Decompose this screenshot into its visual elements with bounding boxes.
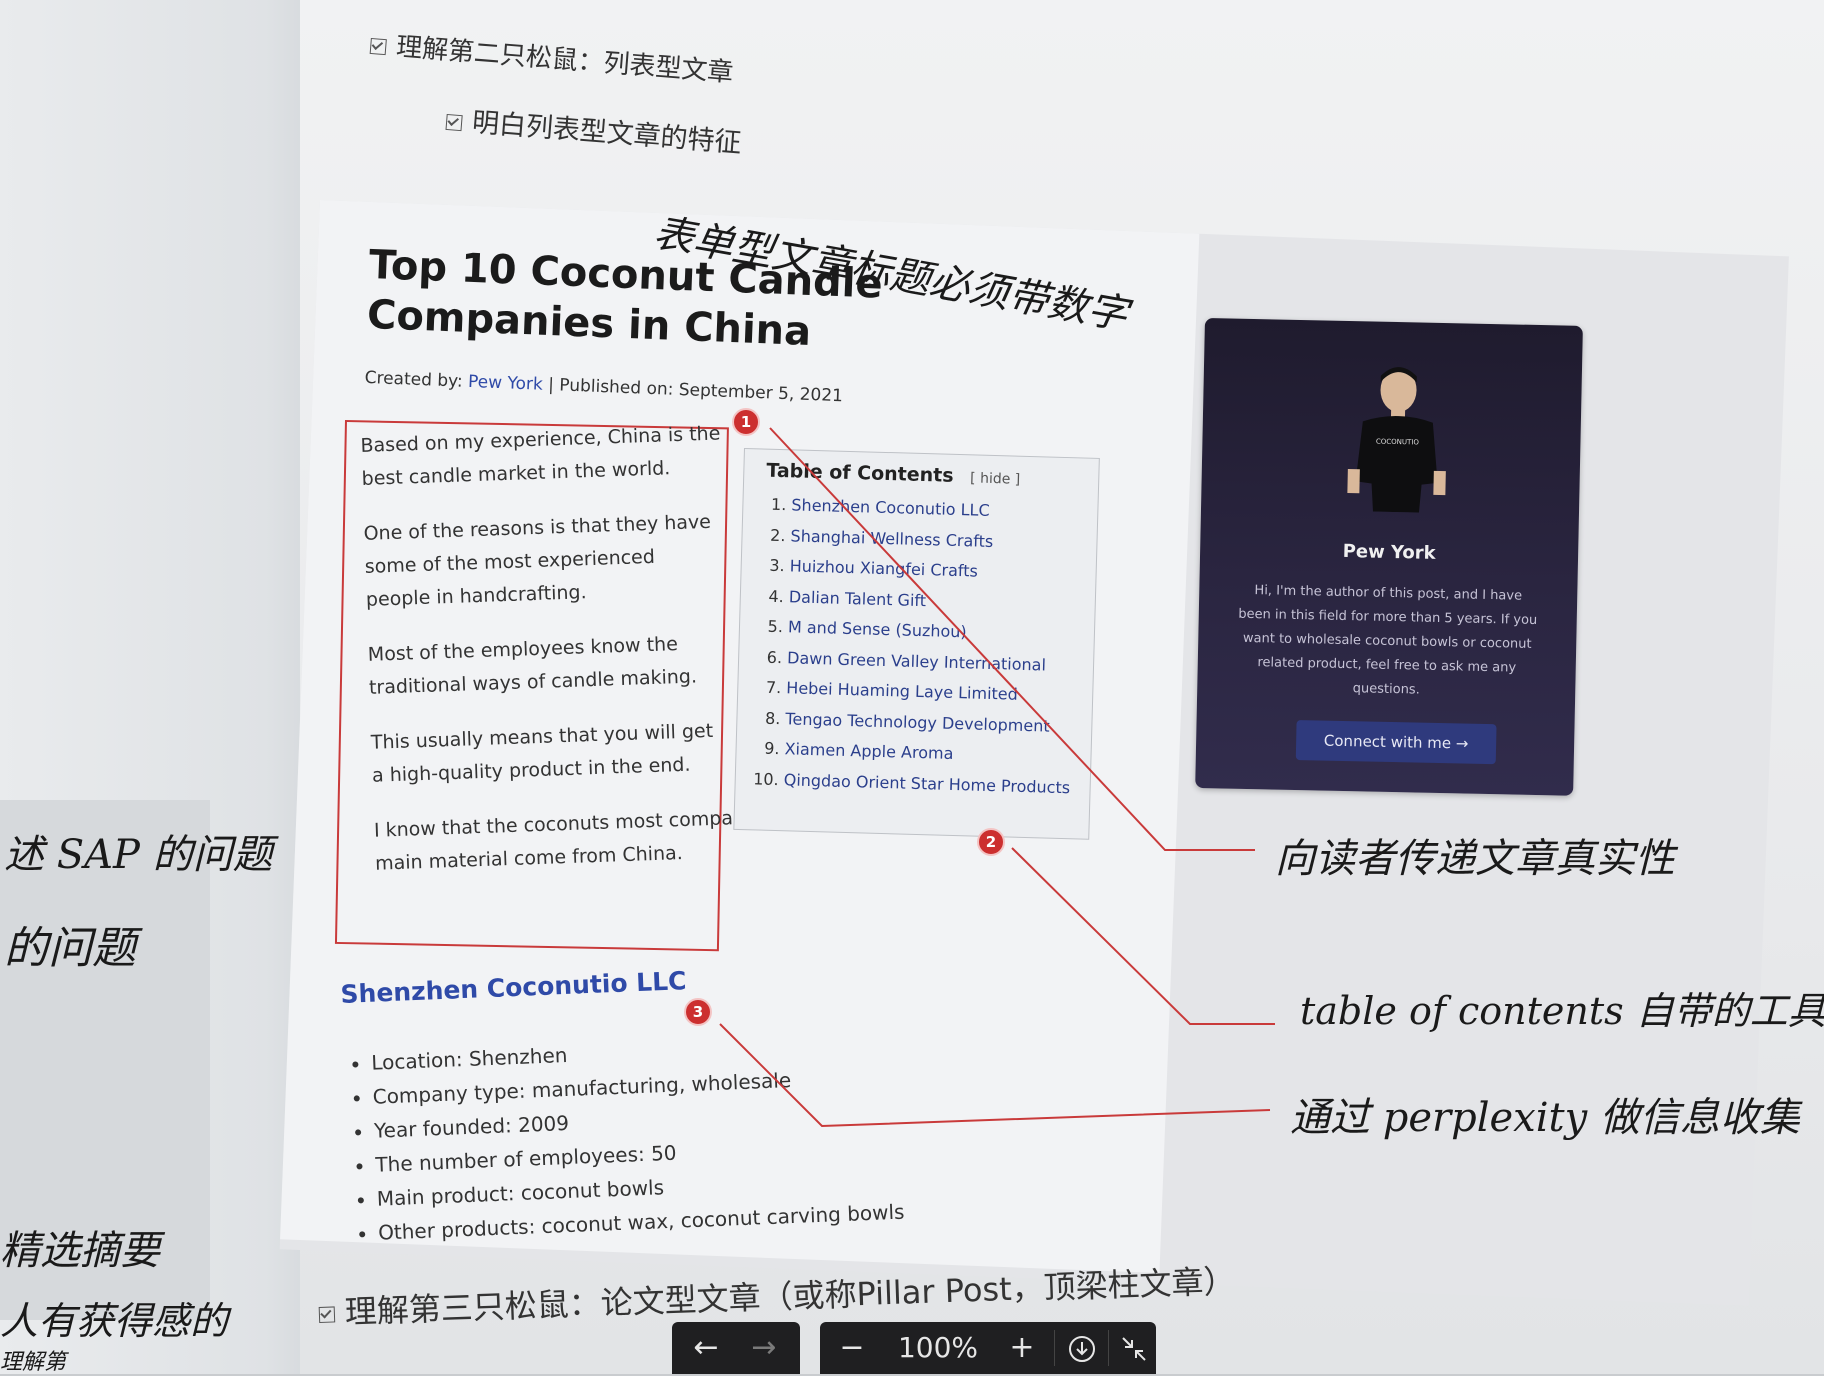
checkbox-icon	[318, 1306, 336, 1323]
collapse-button[interactable]	[1112, 1322, 1156, 1374]
zoom-level: 100%	[897, 1331, 979, 1364]
collapse-icon	[1122, 1336, 1146, 1361]
handwritten-note-1: 向读者传递文章真实性	[1275, 836, 1675, 882]
next-image-button[interactable]: →	[738, 1322, 790, 1374]
zoom-in-button[interactable]: +	[996, 1322, 1048, 1374]
toolbar-divider	[1054, 1330, 1055, 1366]
plus-icon: +	[1009, 1330, 1035, 1365]
handwritten-left-4: 人有获得感的	[0, 1299, 229, 1343]
zoom-toolbar: − 100% +	[820, 1322, 1156, 1374]
zoom-out-button[interactable]: −	[826, 1322, 878, 1374]
author-link[interactable]: Pew York	[468, 372, 543, 395]
company-section: Shenzhen Coconutio LLC Location: Shenzhe…	[340, 958, 910, 1251]
intro-paragraph: This usually means that you will get a h…	[370, 719, 714, 787]
toc-hide-link[interactable]: [ hide ]	[970, 470, 1021, 487]
intro-paragraph: Based on my experience, China is the bes…	[360, 422, 721, 490]
checkbox-icon	[369, 37, 387, 55]
toc-title: Table of Contents	[766, 459, 954, 487]
download-button[interactable]	[1060, 1322, 1104, 1374]
annotation-marker-2: 2	[977, 828, 1005, 856]
avatar: COCONUTIO	[1347, 367, 1446, 513]
intro-paragraph: Most of the employees know the tradition…	[367, 633, 698, 699]
toolbar-divider	[1108, 1330, 1109, 1366]
previous-image-button[interactable]: ←	[680, 1322, 732, 1374]
svg-text:COCONUTIO: COCONUTIO	[1376, 438, 1420, 447]
company-facts-list: Location: Shenzhen Company type: manufac…	[343, 1024, 911, 1250]
handwritten-left-3: 精选摘要	[0, 1228, 160, 1274]
navigation-toolbar: ← →	[672, 1322, 800, 1374]
minus-icon: −	[839, 1330, 865, 1365]
handwritten-left-2: 的问题	[4, 923, 136, 974]
handwritten-left-1: 述 SAP 的问题	[4, 832, 273, 878]
arrow-right-icon: →	[751, 1330, 777, 1365]
author-name: Pew York	[1342, 540, 1436, 564]
author-card: COCONUTIO Pew York Hi, I'm the author of…	[1195, 318, 1583, 796]
checkbox-icon	[445, 113, 463, 131]
handwritten-note-3: 通过 perplexity 做信息收集	[1290, 1095, 1800, 1141]
intro-paragraph: One of the reasons is that they have som…	[363, 510, 712, 611]
table-of-contents: Table of Contents [ hide ] Shenzhen Coco…	[733, 448, 1100, 840]
handwritten-note-2: table of contents 自带的工具	[1300, 989, 1824, 1033]
download-icon	[1069, 1335, 1095, 1362]
author-bio: Hi, I'm the author of this post, and I h…	[1238, 583, 1538, 698]
connect-button[interactable]: Connect with me →	[1295, 720, 1497, 765]
toc-list: Shenzhen Coconutio LLC Shanghai Wellness…	[735, 489, 1097, 804]
annotation-marker-3: 3	[684, 998, 712, 1026]
arrow-left-icon: ←	[693, 1330, 719, 1365]
annotation-marker-1: 1	[732, 408, 760, 436]
intro-text: Based on my experience, China is the bes…	[360, 417, 876, 902]
handwritten-left-5: 理解第	[0, 1350, 67, 1375]
